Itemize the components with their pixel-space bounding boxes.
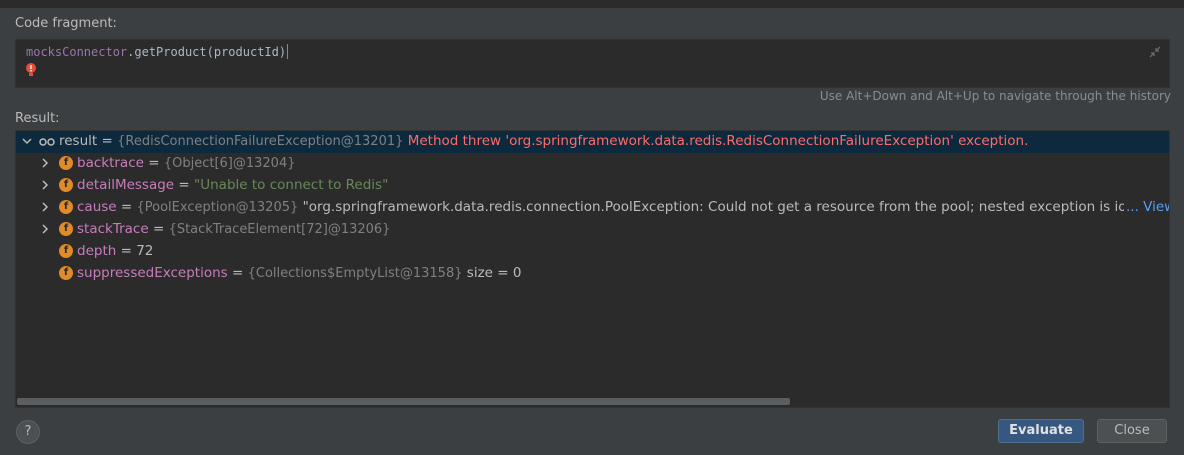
cause-message: "org.springframework.data.redis.connecti…	[298, 199, 1135, 215]
field-name: suppressedExceptions	[77, 265, 228, 281]
size-text: size = 0	[462, 265, 522, 281]
stack-trace-text: stackTrace = {StackTraceElement[72]@1320…	[77, 221, 390, 237]
result-ref: {RedisConnectionFailureException@13201}	[117, 134, 404, 149]
chevron-right-icon[interactable]	[39, 179, 51, 191]
help-button[interactable]: ?	[16, 420, 40, 444]
result-label: Result:	[15, 111, 60, 126]
tree-row-backtrace[interactable]: f backtrace = {Object[6]@13204}	[16, 153, 1169, 175]
code-fragment-editor[interactable]: mocksConnector.getProduct(productId)	[15, 39, 1170, 88]
field-icon: f	[59, 156, 73, 170]
depth-text: depth = 72	[77, 243, 153, 259]
field-icon: f	[59, 200, 73, 214]
horizontal-scrollbar[interactable]	[17, 397, 1168, 405]
field-value: {Collections$EmptyList@13158}	[247, 266, 463, 281]
field-name: stackTrace	[77, 221, 149, 237]
chevron-down-icon[interactable]	[21, 135, 33, 147]
chevron-right-icon[interactable]	[39, 157, 51, 169]
field-eq: =	[227, 265, 248, 281]
text-caret	[287, 44, 289, 59]
code-text[interactable]: mocksConnector.getProduct(productId)	[26, 44, 289, 59]
close-button[interactable]: Close	[1097, 419, 1167, 443]
field-icon: f	[59, 266, 73, 280]
watch-glasses-icon	[39, 138, 55, 146]
result-name: result	[59, 133, 98, 149]
tree-row-suppressed-exceptions[interactable]: f suppressedExceptions = {Collections$Em…	[16, 263, 1169, 285]
view-link[interactable]: ... View	[1124, 199, 1169, 215]
code-call: .getProduct(productId)	[127, 45, 287, 59]
tree-row-result[interactable]: result = {RedisConnectionFailureExceptio…	[16, 131, 1169, 153]
field-icon: f	[59, 178, 73, 192]
field-eq: =	[148, 221, 169, 237]
result-eq: =	[97, 133, 118, 149]
backtrace-text: backtrace = {Object[6]@13204}	[77, 155, 296, 171]
detail-message-text: detailMessage = "Unable to connect to Re…	[77, 177, 388, 193]
history-hint: Use Alt+Down and Alt+Up to navigate thro…	[819, 89, 1171, 103]
lightbulb-error-icon[interactable]	[24, 62, 38, 78]
field-eq: =	[116, 243, 137, 259]
evaluate-button[interactable]: Evaluate	[998, 419, 1084, 443]
scrollbar-thumb[interactable]	[17, 398, 790, 405]
field-icon: f	[59, 244, 73, 258]
field-name: backtrace	[77, 155, 144, 171]
field-value: "Unable to connect to Redis"	[194, 177, 389, 193]
chevron-right-icon[interactable]	[39, 223, 51, 235]
tree-row-depth[interactable]: f depth = 72	[16, 241, 1169, 263]
cause-text: cause = {PoolException@13205} "org.sprin…	[77, 199, 1134, 215]
result-tree[interactable]: result = {RedisConnectionFailureExceptio…	[15, 130, 1170, 408]
tree-row-cause[interactable]: f cause = {PoolException@13205} "org.spr…	[16, 197, 1169, 219]
collapse-icon[interactable]	[1149, 46, 1161, 58]
field-name: depth	[77, 243, 117, 259]
field-name: detailMessage	[77, 177, 175, 193]
result-error-message: Method threw 'org.springframework.data.r…	[403, 133, 1029, 149]
field-value: {Object[6]@13204}	[163, 156, 296, 171]
field-eq: =	[143, 155, 164, 171]
code-fragment-label: Code fragment:	[15, 16, 117, 31]
field-icon: f	[59, 222, 73, 236]
top-strip	[0, 0, 1184, 8]
field-eq: =	[116, 199, 137, 215]
field-name: cause	[77, 199, 117, 215]
field-eq: =	[174, 177, 195, 193]
tree-row-stack-trace[interactable]: f stackTrace = {StackTraceElement[72]@13…	[16, 219, 1169, 241]
suppressed-exceptions-text: suppressedExceptions = {Collections$Empt…	[77, 265, 521, 281]
chevron-right-icon[interactable]	[39, 201, 51, 213]
tree-row-detail-message[interactable]: f detailMessage = "Unable to connect to …	[16, 175, 1169, 197]
field-value: {PoolException@13205}	[136, 200, 299, 215]
field-value: 72	[136, 243, 154, 259]
result-node-text: result = {RedisConnectionFailureExceptio…	[59, 133, 1028, 149]
code-object: mocksConnector	[26, 45, 128, 59]
field-value: {StackTraceElement[72]@13206}	[168, 222, 391, 237]
